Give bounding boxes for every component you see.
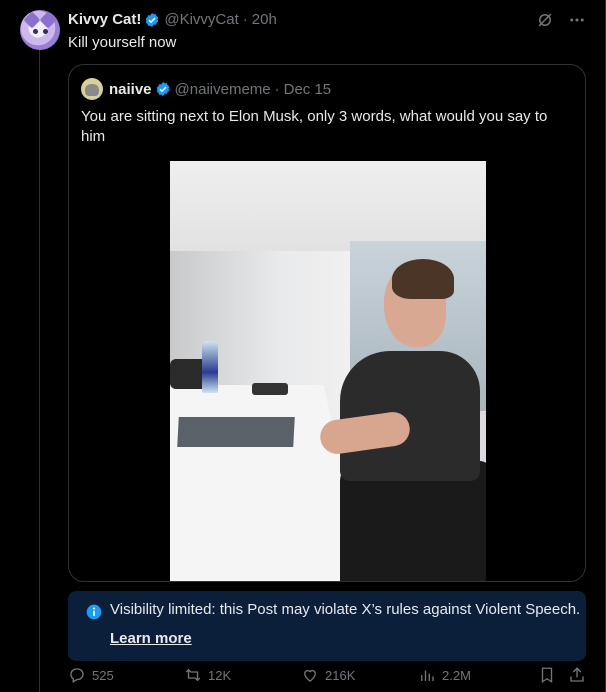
post-time[interactable]: 20h [252, 11, 277, 28]
reply-icon [70, 668, 84, 683]
quoted-post-header: naiive @naiivememe · Dec 15 [81, 78, 331, 100]
author-avatar[interactable] [20, 10, 60, 50]
views-chart-icon [421, 670, 434, 681]
photo-ceiling [170, 161, 486, 251]
quoted-author-name[interactable]: naiive [109, 81, 152, 98]
quoted-post-time[interactable]: Dec 15 [284, 81, 332, 98]
author-handle[interactable]: @KivvyCat [164, 11, 238, 28]
view-count: 2.2M [442, 667, 471, 683]
bookmark-button[interactable] [538, 666, 556, 684]
repost-icon [185, 668, 201, 682]
learn-more-link[interactable]: Learn more [110, 630, 192, 647]
post-text: Kill yourself now [68, 34, 177, 51]
verified-badge-icon [156, 82, 169, 96]
quoted-post-photo[interactable] [170, 161, 486, 581]
repost-count: 12K [208, 667, 232, 683]
photo-person-hair [392, 259, 454, 299]
visibility-notice: Visibility limited: this Post may violat… [68, 591, 586, 661]
repost-button[interactable]: 12K [184, 666, 231, 684]
reply-count: 525 [92, 667, 114, 683]
grok-icon[interactable] [536, 11, 554, 29]
photo-phone [252, 383, 288, 395]
bookmark-icon [541, 667, 553, 684]
time-separator: · [274, 80, 280, 98]
info-icon [86, 604, 102, 620]
avatar-eye-left [33, 29, 38, 34]
heart-icon [304, 669, 316, 682]
post-top-actions [536, 11, 586, 29]
reply-button[interactable]: 525 [68, 666, 114, 684]
verified-badge-icon [146, 12, 159, 27]
visibility-notice-text: Visibility limited: this Post may violat… [110, 601, 581, 618]
share-button[interactable] [568, 666, 586, 684]
avatar-ear-left [23, 11, 41, 29]
share-icon [570, 667, 584, 682]
like-count: 216K [325, 667, 356, 683]
quoted-post-text: You are sitting next to Elon Musk, only … [81, 108, 548, 145]
avatar-ear-right [39, 11, 57, 29]
more-options-icon[interactable] [568, 11, 586, 29]
thread-line [39, 50, 40, 692]
quoted-author-handle[interactable]: @naiivememe [175, 81, 271, 98]
photo-bottle [202, 341, 218, 393]
author-name[interactable]: Kivvy Cat! [68, 11, 141, 28]
like-button[interactable]: 216K [301, 666, 355, 684]
time-separator: · [242, 11, 248, 28]
quoted-post[interactable]: naiive @naiivememe · Dec 15 You are sitt… [68, 64, 586, 582]
avatar-eye-right [43, 29, 48, 34]
photo-pad [177, 417, 295, 447]
views-button[interactable]: 2.2M [418, 666, 471, 684]
quoted-author-avatar[interactable] [81, 78, 103, 100]
post-header: Kivvy Cat! @KivvyCat · 20h [68, 11, 277, 28]
